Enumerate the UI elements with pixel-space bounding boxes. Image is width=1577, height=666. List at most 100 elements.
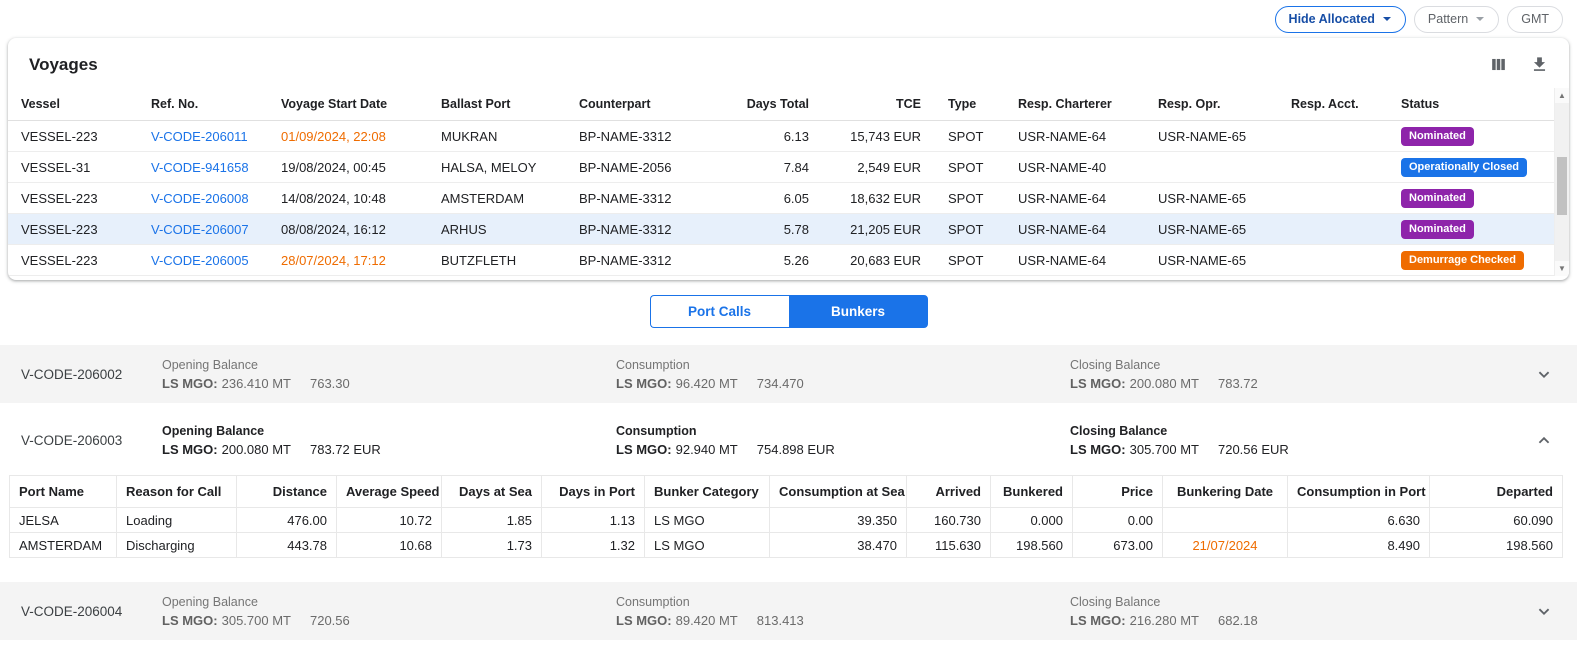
gmt-button[interactable]: GMT [1507,6,1563,33]
bunker-section-206003: V-CODE-206003 Opening Balance LS MGO:200… [0,407,1577,578]
port-call-row[interactable]: AMSTERDAM Discharging 443.78 10.68 1.73 … [10,533,1563,558]
ref-no-link[interactable]: V-CODE-206011 [151,129,248,144]
fuel-qty: 236.410 MT [222,376,291,391]
tab-bunkers[interactable]: Bunkers [789,295,928,328]
balance-title: Closing Balance [1070,595,1524,609]
bunkering-date-cell [1163,508,1288,533]
voyage-row[interactable]: VESSEL-31 V-CODE-941658 19/08/2024, 00:4… [8,152,1554,183]
chevron-down-icon[interactable] [1529,596,1559,626]
fuel-value: 682.18 [1218,613,1258,628]
columns-icon[interactable] [1487,53,1510,76]
col-resp-charterer: Resp. Charterer [1005,88,1145,121]
opening-balance: Opening Balance LS MGO:236.410 MT763.30 [162,358,616,391]
resp-charterer-cell: USR-NAME-40 [1005,152,1145,183]
page-title: Voyages [29,55,98,75]
tce-cell: 20,683 EUR [823,245,935,276]
scrollbar-track[interactable] [1555,103,1569,261]
col-ref-no: Ref. No. [138,88,268,121]
col-tce: TCE [823,88,935,121]
fuel-label: LS MGO: [162,442,218,457]
balance-title: Closing Balance [1070,358,1524,372]
voyage-row[interactable]: VESSEL-223 V-CODE-206008 14/08/2024, 10:… [8,183,1554,214]
scroll-down-icon[interactable]: ▼ [1555,261,1569,276]
consumption-in-port-cell: 8.490 [1288,533,1430,558]
distance-cell: 443.78 [237,533,337,558]
status-badge: Nominated [1401,189,1474,208]
fuel-label: LS MGO: [162,376,218,391]
fuel-qty: 216.280 MT [1130,613,1199,628]
voyages-header: Voyages [8,38,1569,88]
voyage-row[interactable]: VESSEL-223 V-CODE-206007 08/08/2024, 16:… [8,214,1554,245]
port-name-cell: AMSTERDAM [10,533,117,558]
voyage-start-date-cell: 28/07/2024, 17:12 [268,245,428,276]
fuel-qty: 92.940 MT [676,442,738,457]
download-icon[interactable] [1528,53,1551,76]
section-header[interactable]: V-CODE-206004 Opening Balance LS MGO:305… [0,582,1577,640]
voyage-code: V-CODE-206002 [21,367,162,382]
col-ballast-port: Ballast Port [428,88,566,121]
voyage-row[interactable]: VESSEL-223 V-CODE-206005 28/07/2024, 17:… [8,245,1554,276]
fuel-label: LS MGO: [1070,442,1126,457]
type-cell: SPOT [935,214,1005,245]
voyages-table: Vessel Ref. No. Voyage Start Date Ballas… [8,88,1554,276]
col-consumption-at-sea: Consumption at Sea [770,476,907,508]
ref-no-link[interactable]: V-CODE-206007 [151,222,249,237]
fuel-qty: 200.080 MT [1130,376,1199,391]
port-call-row[interactable]: JELSA Loading 476.00 10.72 1.85 1.13 LS … [10,508,1563,533]
section-header[interactable]: V-CODE-206002 Opening Balance LS MGO:236… [0,345,1577,403]
chevron-up-icon[interactable] [1529,425,1559,455]
days-in-port-cell: 1.13 [542,508,645,533]
voyage-row[interactable]: VESSEL-223 V-CODE-206011 01/09/2024, 22:… [8,121,1554,152]
pattern-button[interactable]: Pattern [1414,6,1499,33]
voyage-start-date-cell: 08/08/2024, 16:12 [268,214,428,245]
col-reason-for-call: Reason for Call [117,476,237,508]
ref-no-link[interactable]: V-CODE-206005 [151,253,249,268]
counterpart-cell: BP-NAME-2056 [566,152,718,183]
status-badge: Nominated [1401,220,1474,239]
fuel-value: 720.56 [310,613,350,628]
bunkered-cell: 198.560 [991,533,1073,558]
days-at-sea-cell: 1.73 [442,533,542,558]
days-total-cell: 5.78 [718,214,823,245]
vessel-cell: VESSEL-223 [8,214,138,245]
average-speed-cell: 10.72 [337,508,442,533]
col-average-speed: Average Speed [337,476,442,508]
status-badge: Operationally Closed [1401,158,1527,177]
consumption-at-sea-cell: 39.350 [770,508,907,533]
ballast-port-cell: MUKRAN [428,121,566,152]
fuel-value: 734.470 [757,376,804,391]
col-type: Type [935,88,1005,121]
voyage-start-date-cell: 01/09/2024, 22:08 [268,121,428,152]
resp-charterer-cell: USR-NAME-64 [1005,121,1145,152]
port-name-cell: JELSA [10,508,117,533]
average-speed-cell: 10.68 [337,533,442,558]
section-header[interactable]: V-CODE-206003 Opening Balance LS MGO:200… [0,407,1577,473]
fuel-value: 763.30 [310,376,350,391]
departed-cell: 60.090 [1430,508,1563,533]
resp-charterer-cell: USR-NAME-64 [1005,183,1145,214]
ref-no-link[interactable]: V-CODE-941658 [151,160,249,175]
fuel-qty: 200.080 MT [222,442,291,457]
consumption-balance: Consumption LS MGO:92.940 MT754.898 EUR [616,424,1070,457]
chevron-down-icon[interactable] [1529,359,1559,389]
hide-allocated-label: Hide Allocated [1289,12,1375,26]
scroll-up-icon[interactable]: ▲ [1555,88,1569,103]
ref-no-link[interactable]: V-CODE-206008 [151,191,249,206]
status-badge: Nominated [1401,127,1474,146]
voyage-start-date-cell: 14/08/2024, 10:48 [268,183,428,214]
consumption-at-sea-cell: 38.470 [770,533,907,558]
counterpart-cell: BP-NAME-3312 [566,121,718,152]
col-price: Price [1073,476,1163,508]
type-cell: SPOT [935,152,1005,183]
scrollbar[interactable]: ▲ ▼ [1554,88,1569,276]
chevron-down-icon [1382,14,1392,24]
hide-allocated-button[interactable]: Hide Allocated [1275,6,1406,33]
tab-port-calls[interactable]: Port Calls [650,295,789,328]
opening-balance: Opening Balance LS MGO:200.080 MT783.72 … [162,424,616,457]
fuel-label: LS MGO: [1070,613,1126,628]
resp-opr-cell [1145,152,1278,183]
arrived-cell: 115.630 [907,533,991,558]
closing-balance: Closing Balance LS MGO:200.080 MT783.72 [1070,358,1524,391]
scrollbar-thumb[interactable] [1557,157,1567,215]
pattern-label: Pattern [1428,12,1468,26]
